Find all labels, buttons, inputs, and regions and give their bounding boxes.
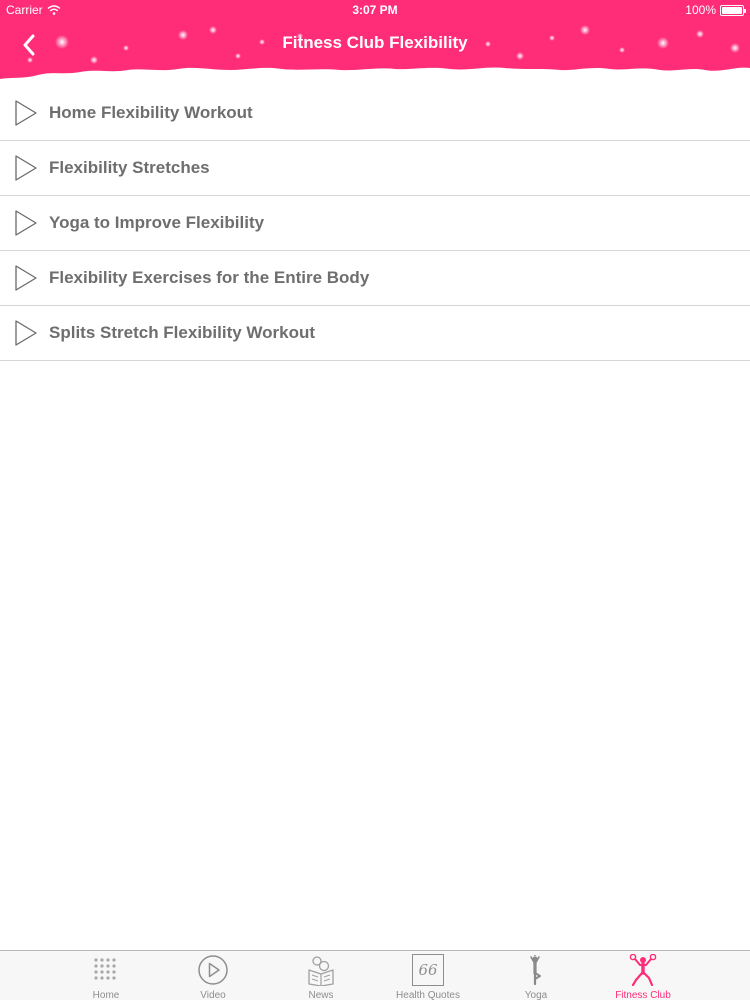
tab-label: News <box>308 990 334 1000</box>
battery-percent: 100% <box>685 3 716 17</box>
tab-video[interactable]: Video <box>170 951 256 1000</box>
tab-label: Yoga <box>524 990 548 1000</box>
play-outline-icon <box>13 154 39 182</box>
list-item-label: Flexibility Exercises for the Entire Bod… <box>49 268 370 287</box>
play-outline-icon <box>13 319 39 347</box>
fitness-figure-icon <box>627 954 659 986</box>
yoga-pose-icon <box>520 954 552 986</box>
list-item[interactable]: Flexibility Exercises for the Entire Bod… <box>0 251 750 306</box>
grid-dots-icon <box>90 954 122 986</box>
quote-glyph: 66 <box>418 961 438 979</box>
list-item-label: Home Flexibility Workout <box>49 103 253 122</box>
tab-fitness-club[interactable]: Fitness Club <box>600 951 686 1000</box>
tab-label: Health Quotes <box>396 990 460 1000</box>
status-time: 3:07 PM <box>352 3 398 17</box>
tab-health-quotes[interactable]: 66 Health Quotes <box>385 951 471 1000</box>
list-item[interactable]: Flexibility Stretches <box>0 141 750 196</box>
header: Carrier 3:07 PM 100% Fitness Club Flexib… <box>0 0 750 95</box>
page-title: Fitness Club Flexibility <box>282 33 468 52</box>
play-circle-icon <box>197 954 229 986</box>
list-item[interactable]: Yoga to Improve Flexibility <box>0 196 750 251</box>
newspaper-icon <box>305 954 337 986</box>
status-bar: Carrier 3:07 PM 100% <box>0 0 750 20</box>
tab-home[interactable]: Home <box>63 951 149 1000</box>
list-item-label: Yoga to Improve Flexibility <box>49 213 265 232</box>
list-item[interactable]: Splits Stretch Flexibility Workout <box>0 306 750 361</box>
list-item-label: Flexibility Stretches <box>49 158 210 177</box>
tab-news[interactable]: News <box>278 951 364 1000</box>
status-battery: 100% <box>685 3 746 17</box>
list-item-label: Splits Stretch Flexibility Workout <box>49 323 316 342</box>
tab-label: Fitness Club <box>615 990 671 1000</box>
workout-list: Home Flexibility Workout Flexibility Str… <box>0 86 750 361</box>
play-outline-icon <box>13 99 39 127</box>
list-item[interactable]: Home Flexibility Workout <box>0 86 750 141</box>
app-screen: Carrier 3:07 PM 100% Fitness Club Flexib… <box>0 0 750 1000</box>
play-outline-icon <box>13 264 39 292</box>
tab-yoga[interactable]: Yoga <box>493 951 579 1000</box>
play-outline-icon <box>13 209 39 237</box>
tab-bar: Home Video News 66 Health Quotes Yoga Fi… <box>0 950 750 1000</box>
quote-icon: 66 <box>412 954 444 986</box>
tab-label: Video <box>200 990 226 1000</box>
tab-label: Home <box>92 990 120 1000</box>
battery-icon <box>720 4 746 16</box>
